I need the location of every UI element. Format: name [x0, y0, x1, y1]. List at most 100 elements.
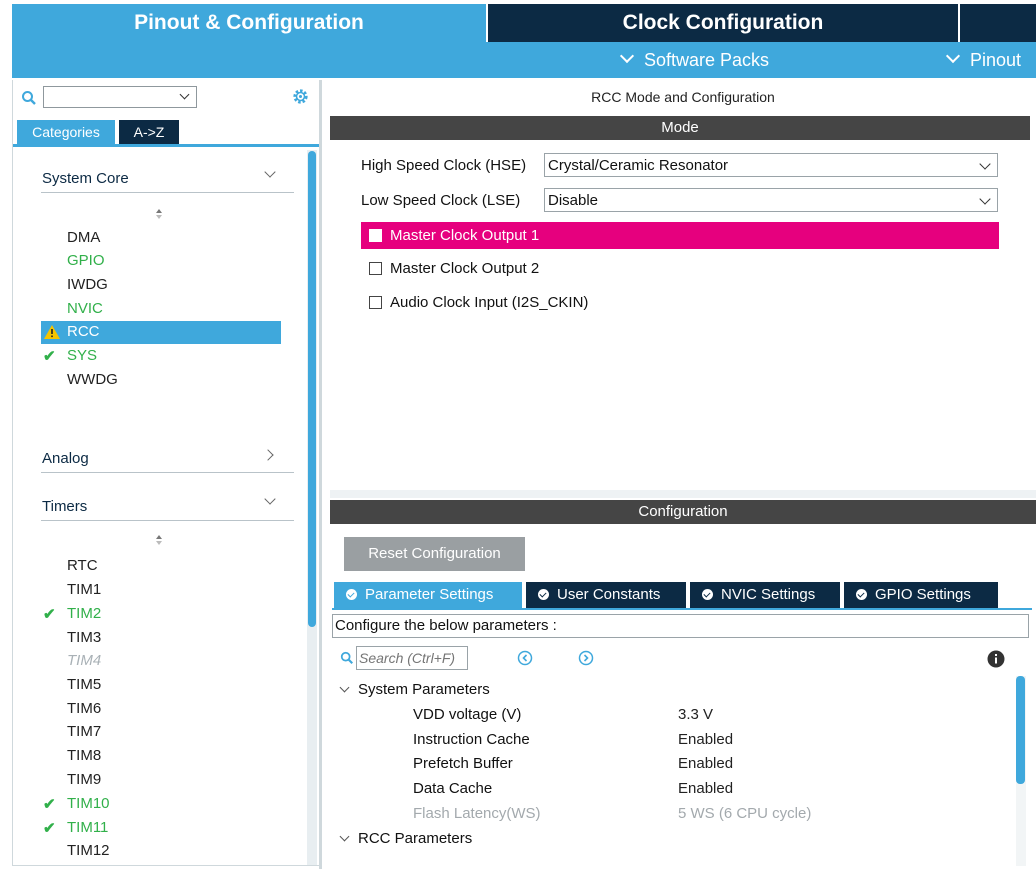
search-combo[interactable] [43, 86, 197, 108]
chevron-down-icon [979, 158, 991, 170]
tab-pinout-configuration[interactable]: Pinout & Configuration [12, 4, 486, 42]
lse-select-value: Disable [548, 192, 599, 209]
gear-icon[interactable] [291, 87, 310, 106]
list-item-tim2[interactable]: ✔ TIM2 [43, 605, 101, 623]
pinout-menu[interactable]: Pinout [945, 42, 1022, 78]
list-item-tim10-label: TIM10 [67, 795, 110, 812]
category-timers[interactable]: Timers [42, 498, 87, 515]
list-item-tim6[interactable]: TIM6 [67, 700, 101, 717]
audio-clock-row[interactable]: Audio Clock Input (I2S_CKIN) [369, 294, 588, 311]
sort-icon[interactable] [155, 533, 163, 545]
lse-label: Low Speed Clock (LSE) [361, 192, 521, 209]
category-analog[interactable]: Analog [42, 450, 89, 467]
previous-icon[interactable] [517, 650, 533, 666]
param-search-icon[interactable] [340, 651, 354, 665]
audio-clock-label: Audio Clock Input (I2S_CKIN) [390, 294, 589, 311]
param-scrollbar[interactable] [1016, 676, 1026, 866]
check-icon: ✔ [43, 796, 56, 813]
list-item-rcc-selected[interactable]: RCC [41, 321, 281, 344]
tab-parameter-settings-label: Parameter Settings [365, 586, 494, 603]
list-item-tim1[interactable]: TIM1 [67, 581, 101, 598]
tab-user-constants[interactable]: User Constants [526, 582, 686, 608]
tab-parameter-settings[interactable]: Parameter Settings [334, 582, 522, 608]
tab-gpio-settings[interactable]: GPIO Settings [844, 582, 998, 608]
list-item-nvic[interactable]: NVIC [67, 300, 103, 317]
chevron-down-icon[interactable] [264, 166, 276, 178]
tab-underline [332, 608, 1032, 610]
tab-clock-configuration[interactable]: Clock Configuration [488, 4, 958, 42]
tab-nvic-settings-label: NVIC Settings [721, 586, 816, 603]
hse-select-value: Crystal/Ceramic Resonator [548, 157, 729, 174]
sort-icon[interactable] [155, 207, 163, 219]
top-tab-bar: Pinout & Configuration Clock Configurati… [0, 0, 1036, 42]
mco2-checkbox[interactable] [369, 261, 382, 275]
mco2-label: Master Clock Output 2 [390, 260, 540, 277]
list-item-iwdg[interactable]: IWDG [67, 276, 108, 293]
reset-configuration-button[interactable]: Reset Configuration [344, 537, 525, 571]
list-item-tim9[interactable]: TIM9 [67, 771, 101, 788]
hse-label: High Speed Clock (HSE) [361, 157, 527, 174]
scrollbar-thumb[interactable] [1016, 676, 1025, 784]
list-item-sys[interactable]: ✔ SYS [43, 347, 97, 365]
sub-menu-bar: Software Packs Pinout [12, 42, 1036, 78]
tab-a-z[interactable]: A->Z [119, 120, 179, 144]
info-icon[interactable] [987, 650, 1005, 668]
mco1-label: Master Clock Output 1 [390, 227, 540, 244]
tab-nvic-settings[interactable]: NVIC Settings [690, 582, 840, 608]
list-item-rtc[interactable]: RTC [67, 557, 98, 574]
param-value[interactable]: Enabled [678, 755, 733, 772]
chevron-down-icon [945, 48, 961, 64]
lse-select[interactable]: Disable [544, 188, 998, 212]
list-item-tim8[interactable]: TIM8 [67, 747, 101, 764]
audio-clock-checkbox[interactable] [369, 295, 382, 309]
check-circle-icon [538, 589, 549, 600]
list-item-tim10[interactable]: ✔ TIM10 [43, 795, 110, 813]
list-item-tim12[interactable]: TIM12 [67, 842, 110, 859]
category-system-core[interactable]: System Core [42, 170, 129, 187]
chevron-right-icon[interactable] [262, 449, 274, 461]
software-packs-menu[interactable]: Software Packs [619, 42, 770, 78]
configure-hint: Configure the below parameters : [332, 614, 1029, 638]
param-value[interactable]: Enabled [678, 780, 733, 797]
list-item-tim7[interactable]: TIM7 [67, 723, 101, 740]
group-rcc-parameters[interactable]: RCC Parameters [339, 830, 473, 847]
param-search-input[interactable] [356, 646, 468, 670]
group-rcc-parameters-label: RCC Parameters [358, 830, 473, 847]
panel-divider[interactable] [330, 490, 1036, 498]
list-item-tim5[interactable]: TIM5 [67, 676, 101, 693]
tab-next[interactable] [960, 4, 1036, 42]
list-item-gpio[interactable]: GPIO [67, 252, 105, 269]
list-item-tim4[interactable]: TIM4 [67, 652, 101, 669]
tab-categories[interactable]: Categories [17, 120, 115, 144]
param-value: 5 WS (6 CPU cycle) [678, 805, 812, 822]
mco1-checkbox[interactable] [369, 228, 382, 242]
scrollbar-thumb[interactable] [308, 151, 316, 627]
param-value[interactable]: Enabled [678, 731, 733, 748]
group-system-parameters[interactable]: System Parameters [339, 681, 490, 698]
check-icon: ✔ [43, 606, 56, 623]
software-packs-label: Software Packs [644, 50, 770, 70]
category-scrollbar[interactable] [307, 150, 317, 865]
chevron-down-icon [179, 89, 190, 100]
left-panel: Categories A->Z System Core DMA GPIO IWD… [12, 80, 320, 866]
chevron-down-icon [979, 193, 991, 205]
next-icon[interactable] [578, 650, 594, 666]
list-item-dma[interactable]: DMA [67, 229, 100, 246]
hse-select[interactable]: Crystal/Ceramic Resonator [544, 153, 998, 177]
panel-splitter[interactable] [319, 80, 322, 869]
pinout-label: Pinout [970, 50, 1022, 70]
param-value[interactable]: 3.3 V [678, 706, 713, 723]
list-item-tim11[interactable]: ✔ TIM11 [43, 819, 108, 837]
list-item-tim3[interactable]: TIM3 [67, 629, 101, 646]
mco1-row-highlighted[interactable]: Master Clock Output 1 [361, 222, 999, 249]
check-icon: ✔ [43, 820, 56, 837]
chevron-down-icon[interactable] [264, 493, 276, 505]
mco2-row[interactable]: Master Clock Output 2 [369, 260, 539, 277]
search-icon[interactable] [21, 90, 37, 106]
check-icon: ✔ [43, 348, 56, 365]
mode-panel: RCC Mode and Configuration Mode High Spe… [330, 84, 1036, 490]
chevron-down-icon [339, 831, 350, 842]
param-name: Flash Latency(WS) [413, 805, 541, 822]
list-item-wwdg[interactable]: WWDG [67, 371, 118, 388]
list-item-rcc-label: RCC [67, 323, 100, 340]
